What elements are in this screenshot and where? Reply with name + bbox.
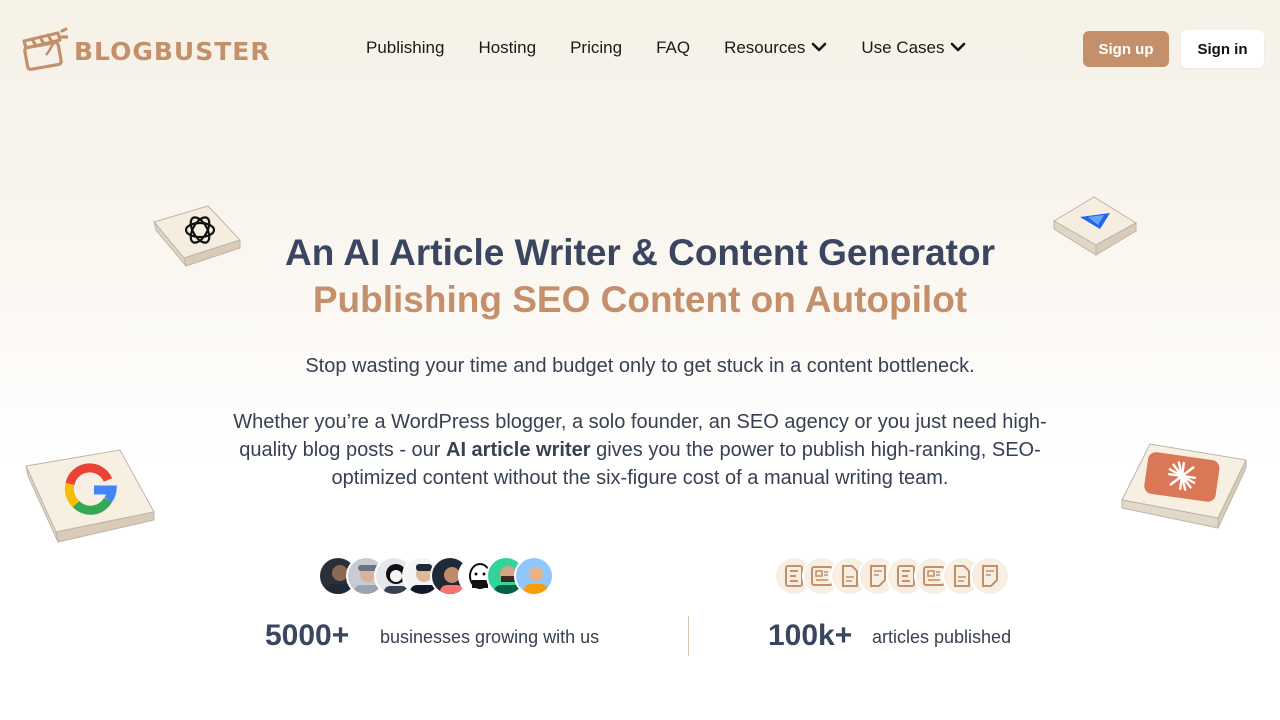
claude-tile [1118, 440, 1254, 541]
avatar [514, 556, 554, 596]
hero-subtitle: Publishing SEO Content on Autopilot [312, 279, 968, 320]
article-icons [774, 556, 1010, 596]
nav-hosting[interactable]: Hosting [478, 38, 536, 58]
nav-label: Resources [724, 38, 806, 57]
chevron-down-icon [950, 38, 966, 58]
articles-count: 100k+ [768, 619, 853, 652]
customer-avatars [318, 556, 554, 596]
stats-divider [688, 616, 689, 656]
logo[interactable]: BLOGBUSTER [22, 27, 271, 76]
nav-label: Hosting [478, 38, 537, 57]
logo-text: BLOGBUSTER [74, 37, 271, 66]
nav-label: Use Cases [861, 38, 945, 57]
nav-label: FAQ [656, 38, 691, 57]
nav-faq[interactable]: FAQ [656, 38, 690, 58]
businesses-label: businesses growing with us [380, 627, 600, 647]
hero-description: Whether you’re a WordPress blogger, a so… [225, 408, 1055, 492]
google-tile [22, 448, 158, 549]
nav-publishing[interactable]: Publishing [366, 38, 444, 58]
description-bold-link: AI article writer [446, 439, 591, 461]
articles-label: articles published [872, 627, 1012, 647]
businesses-count: 5000+ [265, 619, 350, 652]
hero-tagline: Stop wasting your time and budget only t… [305, 355, 975, 377]
main-nav: Publishing Hosting Pricing FAQ Resources… [366, 38, 966, 58]
signin-button[interactable]: Sign in [1181, 30, 1264, 68]
site-header: BLOGBUSTER Publishing Hosting Pricing FA… [0, 0, 1280, 98]
nav-pricing[interactable]: Pricing [570, 38, 622, 58]
nav-use-cases[interactable]: Use Cases [861, 38, 966, 58]
clapperboard-icon [22, 27, 69, 76]
note-icon [970, 556, 1010, 596]
chevron-down-icon [811, 38, 827, 58]
nav-label: Pricing [570, 38, 623, 57]
hero-title: An AI Article Writer & Content Generator [285, 232, 995, 273]
nav-resources[interactable]: Resources [724, 38, 827, 58]
signup-button[interactable]: Sign up [1083, 31, 1169, 67]
nav-label: Publishing [366, 38, 445, 57]
